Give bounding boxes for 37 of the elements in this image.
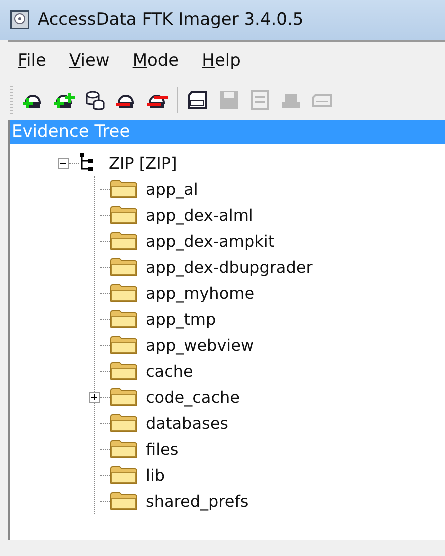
panel-header: Evidence Tree (10, 120, 445, 144)
menu-item[interactable]: Help (202, 51, 241, 71)
app-icon (10, 10, 30, 30)
tree-item[interactable]: cache (146, 362, 194, 380)
folder-icon (110, 205, 138, 225)
tree-item[interactable]: files (146, 440, 179, 458)
tree-item[interactable]: shared_prefs (146, 492, 249, 510)
menu-item[interactable]: Mode (132, 51, 180, 71)
tree-item[interactable]: app_dex-ampkit (146, 232, 275, 250)
tree-item[interactable]: app_tmp (146, 310, 216, 328)
folder-icon (110, 257, 138, 277)
menu-item[interactable]: View (69, 51, 110, 71)
folder-icon (110, 439, 138, 459)
folder-icon (110, 361, 138, 381)
tree-item[interactable]: app_al (146, 180, 198, 198)
tree-item[interactable]: app_myhome (146, 284, 255, 302)
folder-icon (110, 283, 138, 303)
tree-item[interactable]: databases (146, 414, 229, 432)
folder-icon (110, 309, 138, 329)
collapse-toggle[interactable] (58, 158, 69, 168)
folder-icon (110, 491, 138, 511)
folder-icon (110, 465, 138, 485)
folder-icon (110, 179, 138, 199)
menu-item[interactable]: File (18, 51, 46, 71)
tree-item[interactable]: app_dex-alml (146, 206, 254, 224)
tree-item[interactable]: ZIP [ZIP] (109, 154, 178, 172)
folder-icon (110, 413, 138, 433)
tree-item[interactable]: app_dex-dbupgrader (146, 258, 313, 276)
window-title: AccessData FTK Imager 3.4.0.5 (38, 10, 304, 30)
tree-item[interactable]: app_webview (146, 336, 254, 354)
folder-icon (110, 387, 138, 407)
tree-item[interactable]: code_cache (146, 388, 240, 406)
folder-icon (110, 335, 138, 355)
tree-item[interactable]: lib (146, 466, 166, 484)
folder-icon (110, 231, 138, 251)
expand-toggle[interactable] (89, 392, 100, 402)
tree-structure-icon (79, 153, 95, 173)
